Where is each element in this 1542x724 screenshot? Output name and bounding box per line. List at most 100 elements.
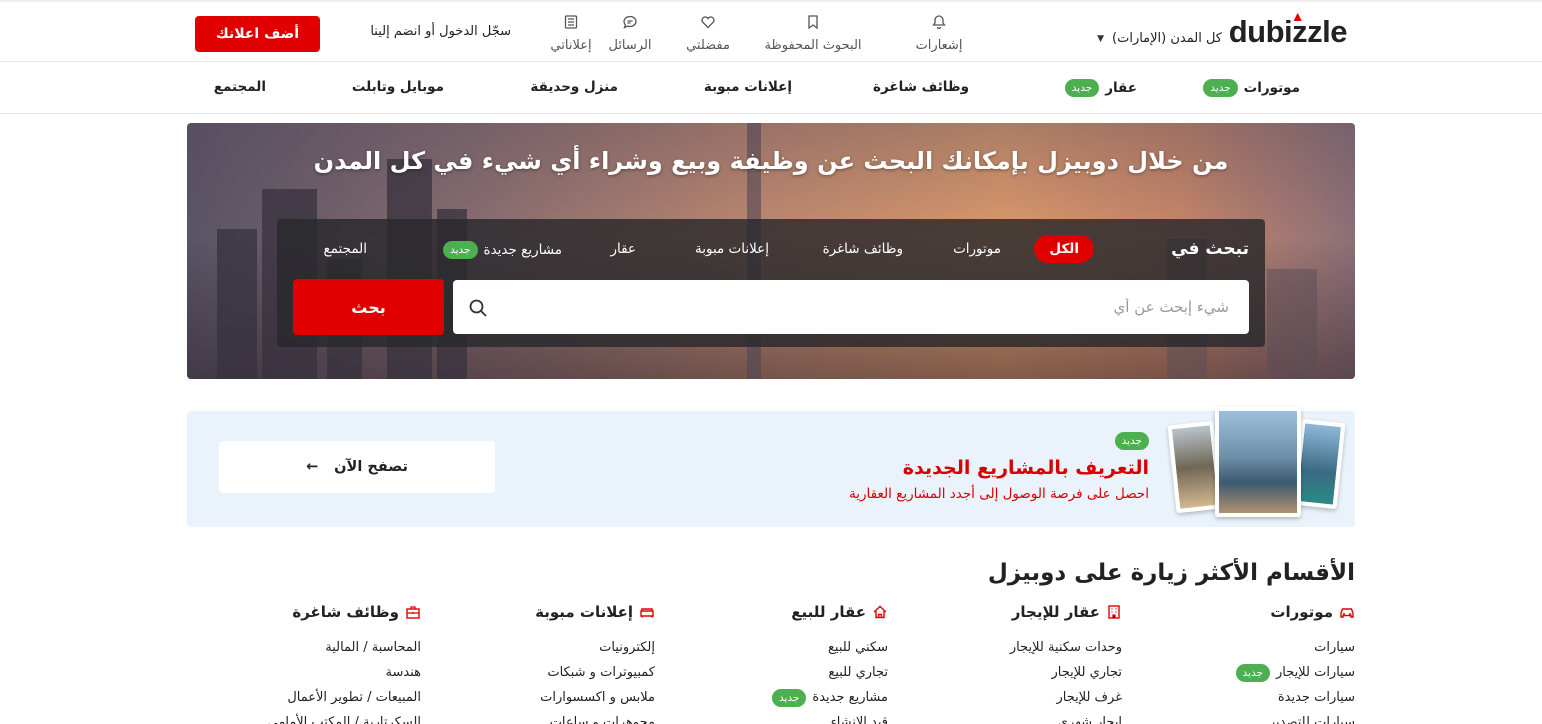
nav-mobile-tablet[interactable]: موبايل وتابلت [352, 79, 444, 95]
list-item-label: سيارات للإيجار [1275, 664, 1355, 680]
city-label: كل المدن (الإمارات) [1112, 31, 1222, 46]
search-in-label: تبحث في [1171, 239, 1249, 259]
search-tab-classifieds[interactable]: إعلانات مبوبة [695, 241, 769, 257]
promo-photos [1167, 405, 1346, 523]
popular-column-classifieds: إعلانات مبوبة إلكترونيات كمبيوترات و شبك… [425, 602, 655, 724]
new-badge: جديد [1114, 432, 1149, 450]
search-tab-new-projects[interactable]: مشاريع جديدة جديد [443, 241, 562, 259]
saved-search-icon [750, 14, 876, 32]
skyline-building [217, 229, 257, 379]
new-badge: جديد [1064, 79, 1100, 97]
list-item[interactable]: مشاريع جديدة جديد [658, 685, 888, 710]
popular-column-property-sale: عقار للبيع سكني للبيع تجاري للبيع مشاريع… [658, 602, 888, 724]
promo-subtitle: احصل على فرصة الوصول إلى أجدد المشاريع ا… [849, 486, 1149, 502]
list-item[interactable]: سيارات للتصدير [1125, 710, 1355, 724]
list-item[interactable]: قيد الإنشاء [658, 710, 888, 724]
nav-motors-label: موتورات [1243, 80, 1300, 96]
popular-categories-title: الأقسام الأكثر زيارة على دوبيزل [987, 560, 1355, 586]
list-item[interactable]: وحدات سكنية للإيجار [892, 635, 1122, 660]
list-item[interactable]: تجاري للبيع [658, 660, 888, 685]
new-badge: جديد [443, 241, 478, 259]
promo-title: التعريف بالمشاريع الجديدة [902, 457, 1149, 479]
list-item[interactable]: سكني للبيع [658, 635, 888, 660]
browse-now-button[interactable]: تصفح الآن ← [219, 441, 495, 493]
bell-icon [894, 14, 984, 32]
search-tab-jobs[interactable]: وظائف شاغرة [823, 241, 903, 257]
column-heading[interactable]: عقار للبيع [658, 602, 888, 622]
hero-banner: من خلال دوبيزل بإمكانك البحث عن وظيفة وب… [187, 123, 1355, 379]
nav-jobs[interactable]: وظائف شاغرة [873, 79, 969, 95]
car-icon [1340, 608, 1354, 618]
city-selector[interactable]: كل المدن (الإمارات) ▼ [1097, 31, 1222, 46]
list-item[interactable]: إلكترونيات [425, 635, 655, 660]
column-title: عقار للبيع [791, 603, 866, 621]
category-nav: موتورات جديد عقار جديد وظائف شاغرة إعلان… [0, 62, 1542, 114]
saved-searches-label: البحوث المحفوظة [764, 38, 862, 53]
skyline-building [1267, 269, 1317, 379]
list-item[interactable]: هندسة [191, 660, 421, 685]
notifications-label: إشعارات [915, 38, 963, 53]
list-item[interactable]: المحاسبة / المالية [191, 635, 421, 660]
column-heading[interactable]: وظائف شاغرة [191, 602, 421, 622]
column-title: موتورات [1270, 603, 1333, 621]
column-heading[interactable]: موتورات [1125, 602, 1355, 622]
favorites-label: مفضلتي [686, 38, 730, 53]
dubizzle-logo[interactable]: dubizzle ▲ [1229, 8, 1348, 50]
browse-now-label: تصفح الآن [334, 459, 408, 475]
my-ads-label: إعلاناتي [550, 38, 592, 53]
list-item[interactable]: المبيعات / تطوير الأعمال [191, 685, 421, 710]
notifications-link[interactable]: إشعارات [894, 14, 984, 53]
column-heading[interactable]: إعلانات مبوبة [425, 602, 655, 622]
search-panel: تبحث في الكل موتورات وظائف شاغرة إعلانات… [277, 219, 1265, 347]
hero-title: من خلال دوبيزل بإمكانك البحث عن وظيفة وب… [313, 147, 1229, 175]
search-tab-motors[interactable]: موتورات [953, 241, 1001, 257]
column-title: عقار للإيجار [1011, 603, 1100, 621]
login-link[interactable]: سجّل الدخول أو انضم إلينا [370, 24, 511, 39]
promo-photo [1215, 407, 1301, 517]
list-item[interactable]: ملابس و اكسسوارات [425, 685, 655, 710]
search-icon [469, 299, 487, 317]
list-item[interactable]: ايجار شهري [892, 710, 1122, 724]
list-item[interactable]: سيارات للإيجار جديد [1125, 660, 1355, 685]
list-item[interactable]: غرف للإيجار [892, 685, 1122, 710]
new-projects-promo: جديد التعريف بالمشاريع الجديدة احصل على … [187, 407, 1355, 527]
nav-home-garden[interactable]: منزل وحديقة [530, 79, 618, 95]
column-heading[interactable]: عقار للإيجار [892, 602, 1122, 622]
house-icon [873, 605, 887, 619]
search-tab-new-projects-label: مشاريع جديدة [483, 242, 563, 258]
nav-motors[interactable]: موتورات جديد [1203, 79, 1300, 97]
post-ad-button[interactable]: أضف اعلانك [195, 16, 320, 52]
search-button[interactable]: بحث [293, 279, 444, 335]
list-item[interactable]: تجاري للإيجار [892, 660, 1122, 685]
sofa-icon [640, 608, 654, 618]
saved-searches-link[interactable]: البحوث المحفوظة [750, 14, 876, 53]
briefcase-icon [406, 606, 420, 619]
nav-property-label: عقار [1105, 80, 1137, 96]
search-tab-all[interactable]: الكل [1034, 235, 1094, 263]
popular-column-jobs: وظائف شاغرة المحاسبة / المالية هندسة الم… [191, 602, 421, 724]
popular-column-motors: موتورات سيارات سيارات للإيجار جديد سيارات… [1125, 602, 1355, 724]
list-item-label: مشاريع جديدة [812, 689, 888, 705]
nav-classifieds[interactable]: إعلانات مبوبة [704, 79, 792, 95]
chat-icon [600, 14, 660, 32]
favorites-link[interactable]: مفضلتي [663, 14, 753, 53]
messages-link[interactable]: الرسائل [600, 14, 660, 53]
column-title: إعلانات مبوبة [535, 603, 633, 621]
search-tab-community[interactable]: المجتمع [324, 241, 367, 257]
list-icon [541, 14, 601, 32]
search-input[interactable] [453, 280, 1249, 334]
heart-icon [663, 14, 753, 32]
nav-community[interactable]: المجتمع [214, 79, 266, 95]
nav-property[interactable]: عقار جديد [1064, 79, 1137, 97]
new-badge: جديد [1203, 79, 1238, 97]
list-item[interactable]: كمبيوترات و شبكات [425, 660, 655, 685]
search-tab-property[interactable]: عقار [610, 241, 636, 257]
list-item[interactable]: سيارات جديدة [1125, 685, 1355, 710]
list-item[interactable]: مجوهرات و ساعات [425, 710, 655, 724]
list-item[interactable]: السكرتارية / المكتب الأمامي [191, 710, 421, 724]
list-item[interactable]: سيارات [1125, 635, 1355, 660]
header: dubizzle ▲ كل المدن (الإمارات) ▼ إشعارات … [0, 2, 1542, 62]
chevron-down-icon: ▼ [1097, 33, 1105, 44]
my-ads-link[interactable]: إعلاناتي [541, 14, 601, 53]
messages-label: الرسائل [608, 38, 652, 53]
